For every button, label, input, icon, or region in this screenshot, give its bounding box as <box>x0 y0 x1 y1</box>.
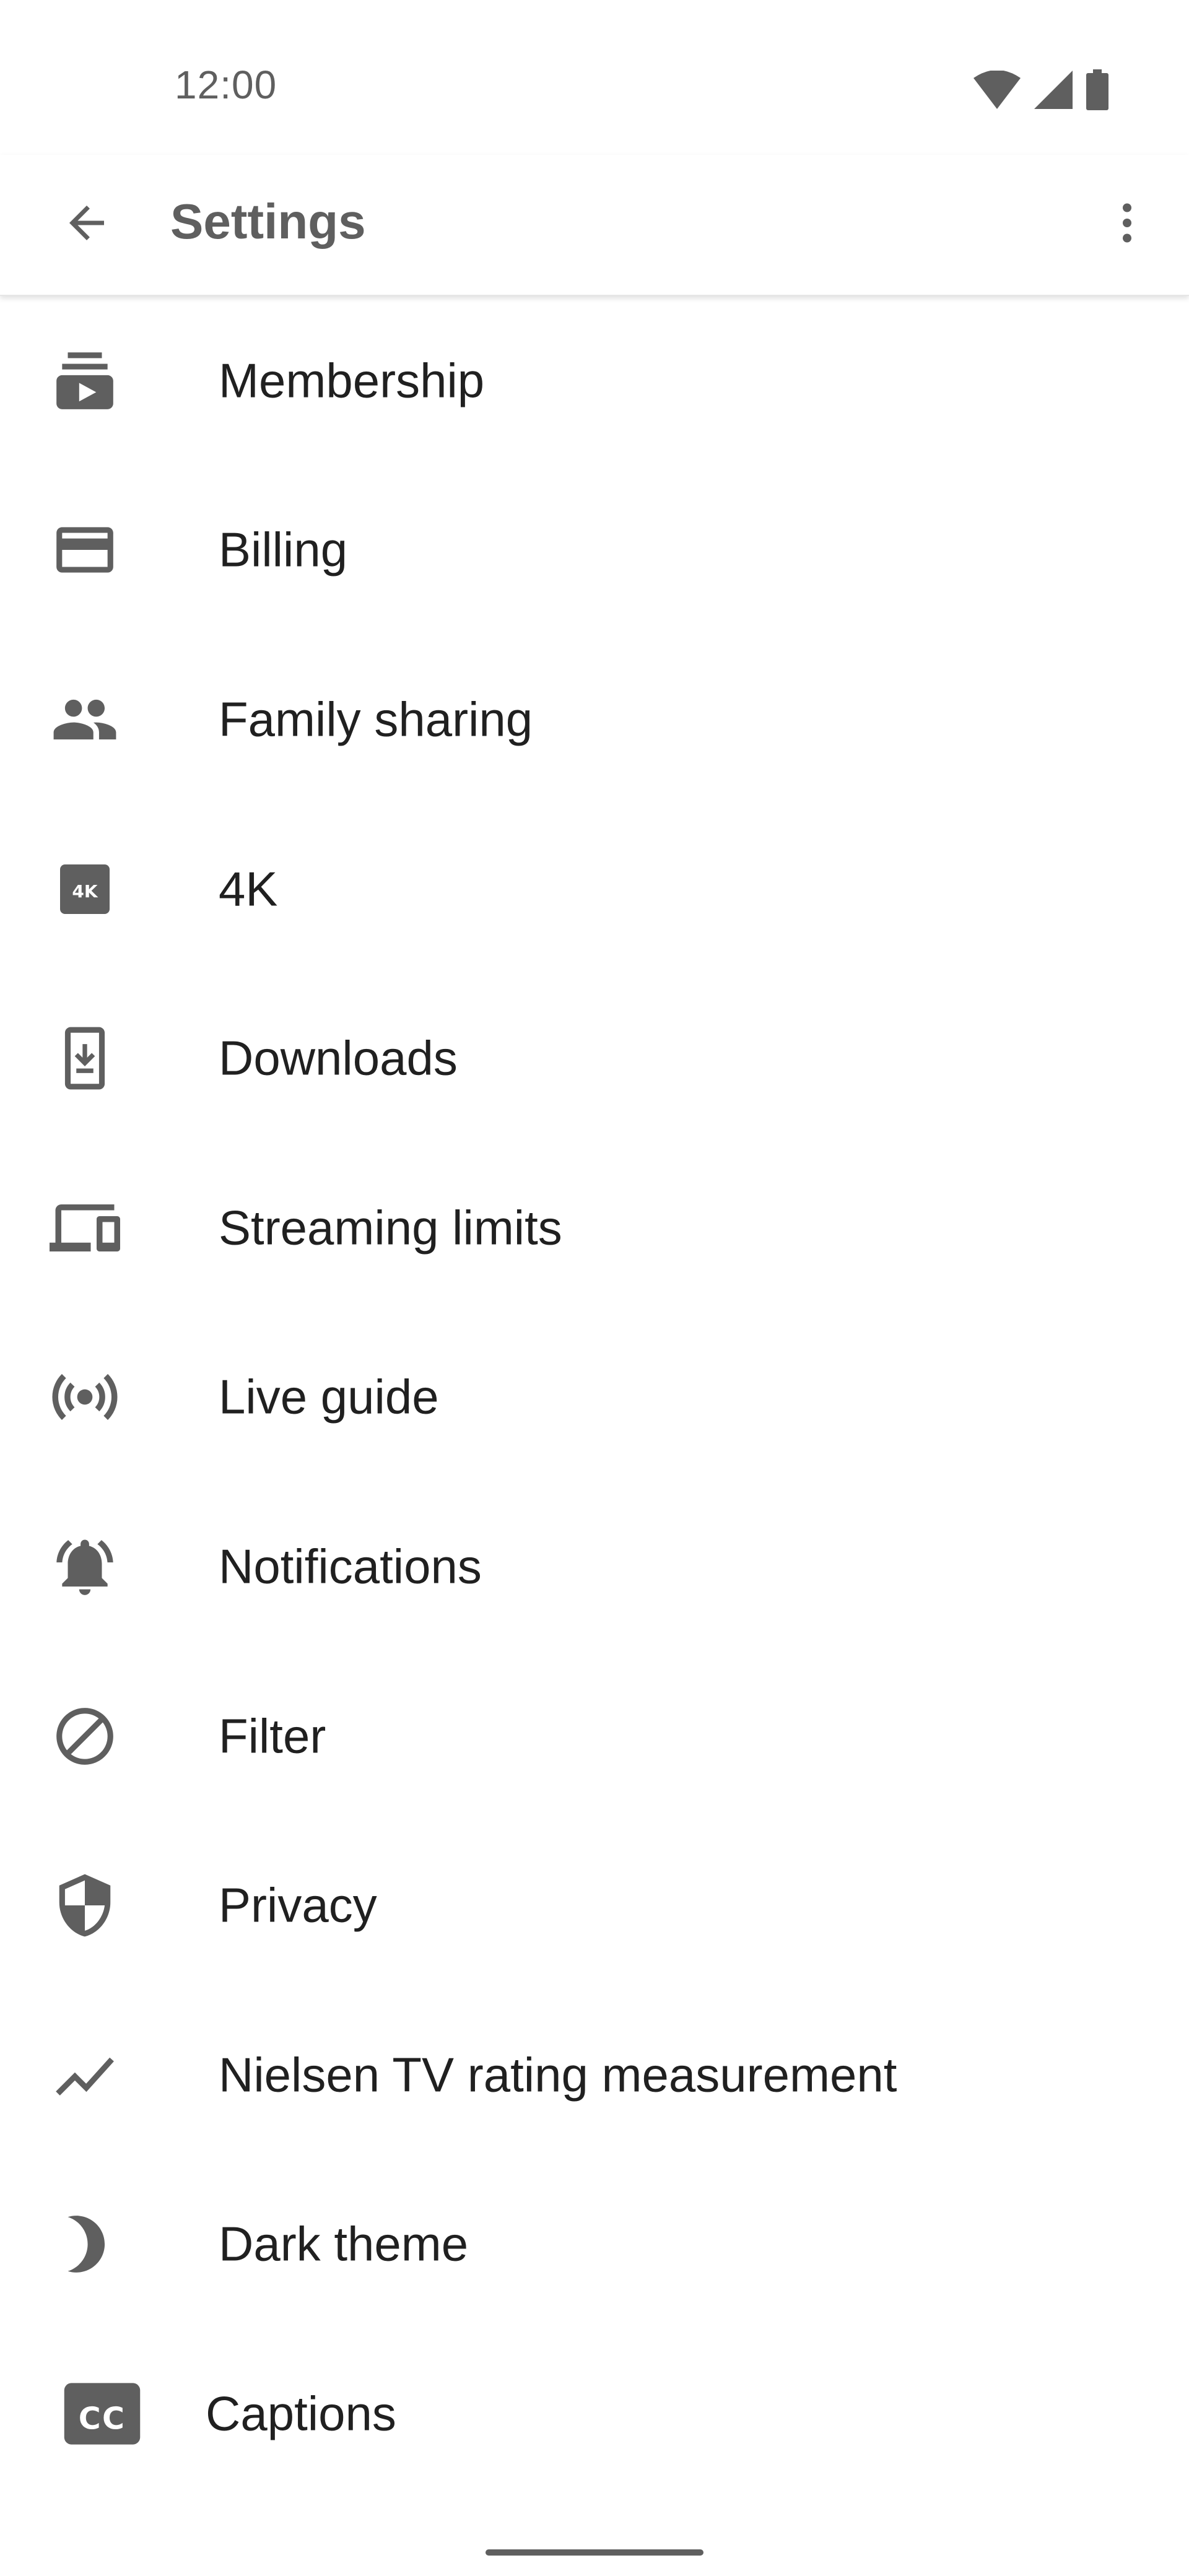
status-icons <box>973 68 1108 111</box>
settings-item-label: 4K <box>219 861 278 916</box>
settings-item-dark-theme[interactable]: Dark theme <box>0 2160 1189 2330</box>
cellular-signal-icon <box>1034 71 1073 109</box>
4k-icon: 4K <box>45 849 125 929</box>
settings-item-notifications[interactable]: Notifications <box>0 1482 1189 1651</box>
settings-item-label: Notifications <box>219 1539 482 1594</box>
moon-icon <box>45 2204 125 2284</box>
settings-item-captions[interactable]: CC Captions <box>0 2329 1189 2499</box>
shield-icon <box>45 1865 125 1946</box>
live-broadcast-icon <box>45 1357 125 1437</box>
wifi-icon <box>973 71 1021 109</box>
status-bar: 12:00 <box>0 0 1189 180</box>
settings-item-label: Membership <box>219 353 485 408</box>
people-icon <box>45 679 125 760</box>
settings-item-label: Dark theme <box>219 2216 469 2271</box>
settings-item-filter[interactable]: Filter <box>0 1651 1189 1821</box>
home-indicator[interactable] <box>486 2549 703 2556</box>
settings-item-billing[interactable]: Billing <box>0 466 1189 635</box>
settings-item-streaming-limits[interactable]: Streaming limits <box>0 1143 1189 1313</box>
closed-caption-icon: CC <box>56 2367 149 2460</box>
svg-text:4K: 4K <box>72 881 98 901</box>
settings-item-4k[interactable]: 4K 4K <box>0 804 1189 974</box>
more-options-button[interactable] <box>1090 180 1164 266</box>
settings-item-live-guide[interactable]: Live guide <box>0 1313 1189 1482</box>
app-bar: Settings <box>0 155 1189 296</box>
subscriptions-icon <box>45 341 125 421</box>
settings-item-label: Family sharing <box>219 692 533 747</box>
arrow-back-icon <box>61 197 113 249</box>
notifications-icon <box>45 1526 125 1607</box>
settings-item-label: Streaming limits <box>219 1200 562 1255</box>
settings-item-label: Privacy <box>219 1878 377 1933</box>
settings-item-membership[interactable]: Membership <box>0 296 1189 466</box>
settings-item-privacy[interactable]: Privacy <box>0 1821 1189 1990</box>
settings-item-label: Live guide <box>219 1369 439 1424</box>
settings-item-downloads[interactable]: Downloads <box>0 973 1189 1143</box>
devices-icon <box>45 1188 125 1268</box>
settings-item-label: Filter <box>219 1708 326 1764</box>
page-title: Settings <box>170 194 366 249</box>
more-vert-icon <box>1101 197 1153 249</box>
settings-item-label: Nielsen TV rating measurement <box>219 2047 897 2102</box>
battery-icon <box>1086 69 1108 110</box>
settings-item-nielsen[interactable]: Nielsen TV rating measurement <box>0 1990 1189 2160</box>
settings-item-label: Downloads <box>219 1030 458 1086</box>
trending-icon <box>45 2035 125 2115</box>
settings-list: Membership Billing Family sharing 4K 4K … <box>0 296 1189 2499</box>
status-time: 12:00 <box>175 63 277 107</box>
downloads-icon <box>45 1018 125 1099</box>
back-button[interactable] <box>43 180 130 266</box>
credit-card-icon <box>45 510 125 590</box>
settings-item-family-sharing[interactable]: Family sharing <box>0 635 1189 804</box>
block-icon <box>45 1696 125 1777</box>
svg-text:CC: CC <box>79 2401 126 2436</box>
settings-item-label: Billing <box>219 522 348 577</box>
settings-item-label: Captions <box>206 2386 396 2441</box>
